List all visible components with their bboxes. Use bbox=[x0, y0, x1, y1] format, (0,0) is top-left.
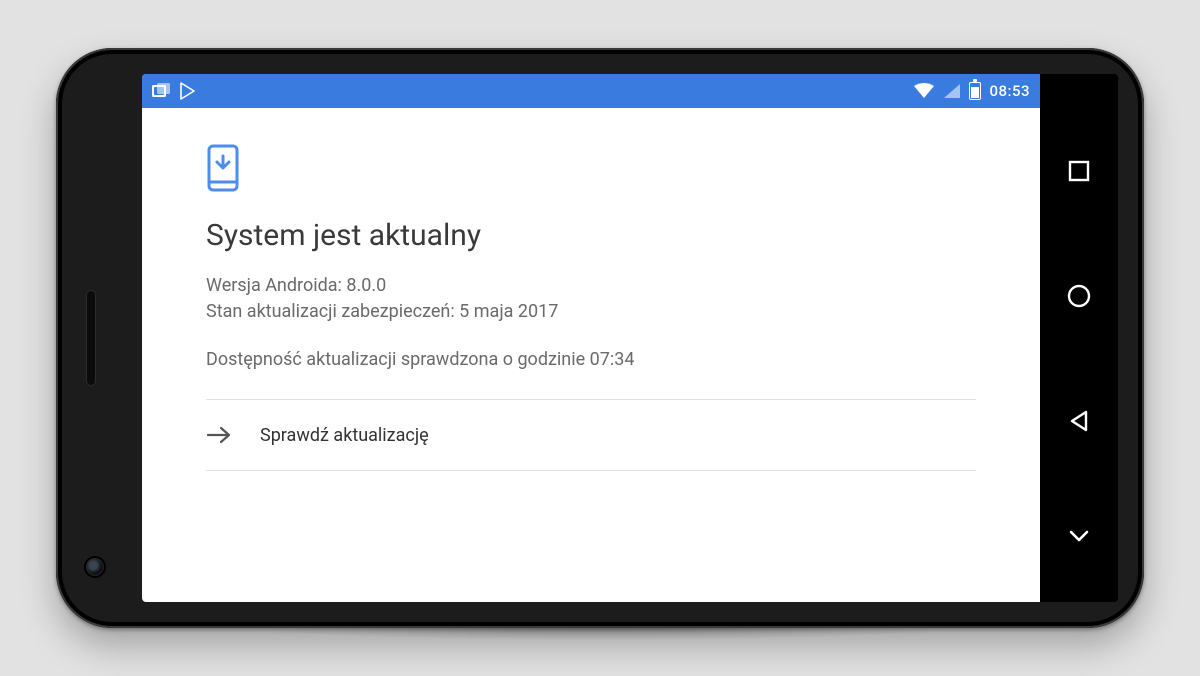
navigation-bar bbox=[1040, 74, 1118, 602]
phone-frame: 08:53 System jest aktualny Wersja Androi… bbox=[56, 48, 1144, 628]
android-version-line: Wersja Androida: 8.0.0 bbox=[206, 273, 976, 299]
page-title: System jest aktualny bbox=[206, 218, 976, 253]
nav-home-button[interactable] bbox=[1055, 272, 1103, 320]
screenshot-notification-icon bbox=[152, 83, 170, 99]
battery-icon bbox=[969, 82, 981, 100]
security-patch-line: Stan aktualizacji zabezpieczeń: 5 maja 2… bbox=[206, 299, 976, 325]
last-checked-line: Dostępność aktualizacji sprawdzona o god… bbox=[206, 347, 976, 373]
system-update-info: Wersja Androida: 8.0.0 Stan aktualizacji… bbox=[206, 273, 976, 373]
play-store-icon bbox=[180, 82, 196, 100]
cell-signal-icon bbox=[943, 83, 961, 99]
nav-recent-apps-button[interactable] bbox=[1055, 147, 1103, 195]
system-update-page: System jest aktualny Wersja Androida: 8.… bbox=[142, 108, 1040, 602]
check-for-update-button[interactable]: Sprawdź aktualizację bbox=[206, 400, 976, 470]
nav-collapse-button[interactable] bbox=[1055, 522, 1103, 550]
nav-back-button[interactable] bbox=[1055, 397, 1103, 445]
status-clock: 08:53 bbox=[989, 82, 1030, 100]
check-for-update-label: Sprawdź aktualizację bbox=[260, 425, 429, 446]
phone-speaker bbox=[86, 290, 96, 386]
divider bbox=[206, 470, 976, 471]
status-bar: 08:53 bbox=[142, 74, 1040, 108]
arrow-right-icon bbox=[206, 425, 232, 445]
wifi-icon bbox=[913, 83, 935, 99]
phone-front-camera bbox=[86, 558, 104, 576]
system-update-icon bbox=[206, 144, 976, 196]
screen: 08:53 System jest aktualny Wersja Androi… bbox=[142, 74, 1118, 602]
